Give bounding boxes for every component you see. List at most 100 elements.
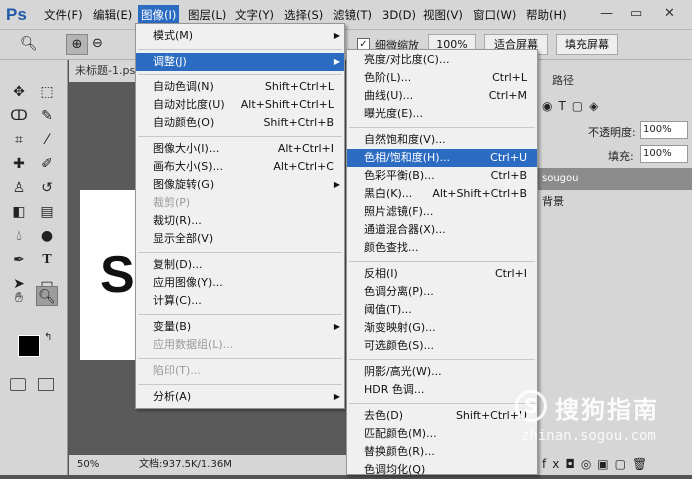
minimize-icon[interactable]: — [600,6,613,21]
image-menu-item[interactable]: 画布大小(S)... Alt+Ctrl+C [136,158,344,176]
adjust-menu-item[interactable]: 替换颜色(R)... [347,443,537,461]
layer-row-sougou[interactable]: sougou [538,168,692,190]
eyedropper-icon[interactable]: ⁄ [36,130,58,150]
image-menu-item[interactable]: 显示全部(V) [136,230,344,248]
image-menu-item[interactable]: 图像旋转(G) ▶ [136,176,344,194]
adjust-menu-item[interactable]: 渐变映射(G)... [347,319,537,337]
menu-separator [138,74,342,75]
type-tool-icon[interactable]: T [36,250,58,270]
adjust-menu-item[interactable]: 曲线(U)... Ctrl+M [347,87,537,105]
menu-select[interactable]: 选择(S) [284,7,323,23]
adjust-menu-item[interactable]: 去色(D) Shift+Ctrl+U [347,407,537,425]
adjust-menu-shortcut: Ctrl+M [488,89,527,102]
menu-layer[interactable]: 图层(L) [188,7,226,23]
close-icon[interactable]: ✕ [664,6,675,21]
dodge-tool-icon[interactable]: ● [36,226,58,246]
adjust-menu-item[interactable]: 黑白(K)... Alt+Shift+Ctrl+B [347,185,537,203]
adjust-menu-item[interactable]: 亮度/对比度(C)... [347,51,537,69]
menu-view[interactable]: 视图(V) [423,7,463,23]
adjust-menu-item[interactable]: 色调均化(Q) [347,461,537,479]
zoom-level[interactable]: 50% [77,455,99,475]
menu-filter[interactable]: 滤镜(T) [333,7,372,23]
image-menu-item[interactable]: 图像大小(I)... Alt+Ctrl+I [136,140,344,158]
gradient-tool-icon[interactable]: ▤ [36,202,58,222]
crop-tool-icon[interactable]: ⌗ [8,130,30,150]
adjust-menu-item[interactable]: 色彩平衡(B)... Ctrl+B [347,167,537,185]
menu-separator [138,384,342,385]
maximize-icon[interactable]: ▭ [630,6,642,21]
fill-screen-button[interactable]: 填充屏幕 [556,34,618,55]
history-brush-icon[interactable]: ↺ [36,178,58,198]
adjust-menu-item[interactable]: 匹配颜色(M)... [347,425,537,443]
opacity-input[interactable]: 100% [640,121,688,139]
adjust-menu-item[interactable]: 色阶(L)... Ctrl+L [347,69,537,87]
adjust-menu-item[interactable]: 曝光度(E)... [347,105,537,123]
image-menu-item[interactable]: 应用图像(Y)... [136,274,344,292]
menu-image[interactable]: 图像(I) [138,5,180,25]
layer-row-background[interactable]: 背景 [542,193,564,209]
menu-file[interactable]: 文件(F) [44,7,83,23]
layers-bottom-icons[interactable]: fx◘◎▣▢🗑︎ [538,453,692,475]
adjust-menu-item[interactable]: 照片滤镜(F)... [347,203,537,221]
menu-type[interactable]: 文字(Y) [235,7,274,23]
adjust-menu-item-label: 替换颜色(R)... [364,445,435,458]
image-menu-shortcut: Alt+Shift+Ctrl+L [240,98,334,111]
image-menu-item[interactable]: 自动颜色(O) Shift+Ctrl+B [136,114,344,132]
image-menu-item[interactable]: 变量(B) ▶ [136,318,344,336]
quick-select-icon[interactable]: ✎ [36,106,58,126]
zoom-out-icon[interactable]: ⊖ [92,36,103,51]
adjust-menu-item[interactable]: 自然饱和度(V)... [347,131,537,149]
adjust-menu-item[interactable]: HDR 色调... [347,381,537,399]
swap-colors-icon[interactable]: ↰ [44,332,52,343]
document-canvas[interactable]: S [80,190,140,360]
menu-separator [138,136,342,137]
marquee-tool-icon[interactable]: ⬚ [36,82,58,102]
image-menu-item[interactable]: 复制(D)... [136,256,344,274]
eraser-tool-icon[interactable]: ◧ [8,202,30,222]
adjust-menu-item[interactable]: 阴影/高光(W)... [347,363,537,381]
stamp-tool-icon[interactable]: ♙ [8,178,30,198]
screen-mode-icon[interactable] [38,378,54,391]
image-menu-item-label: 裁剪(P) [153,196,191,209]
menu-window[interactable]: 窗口(W) [473,7,516,23]
healing-brush-icon[interactable]: ✚ [8,154,30,174]
menu-edit[interactable]: 编辑(E) [93,7,132,23]
zoom-tool-selected-icon[interactable]: 🔍︎ [36,286,58,306]
brush-tool-icon[interactable]: ✐ [36,154,58,174]
move-tool-icon[interactable]: ✥ [8,82,30,102]
adjust-menu-item[interactable]: 可选颜色(S)... [347,337,537,355]
adjust-menu-item-label: 黑白(K)... [364,187,413,200]
layer-filter-icons[interactable]: ◉T▢◈ [542,96,692,116]
zoom-in-icon[interactable]: ⊕ [66,34,88,55]
image-menu-item[interactable]: 调整(J) ▶ [136,53,344,71]
pen-tool-icon[interactable]: ✒ [8,250,30,270]
adjust-menu-item[interactable]: 反相(I) Ctrl+I [347,265,537,283]
menu-help[interactable]: 帮助(H) [526,7,567,23]
blur-tool-icon[interactable]: 💧︎ [8,226,30,246]
lasso-tool-icon[interactable]: ↀ [8,106,30,126]
image-menu-item-label: 裁切(R)... [153,214,202,227]
image-menu-item[interactable]: 计算(C)... [136,292,344,310]
adjust-menu-item-label: 色阶(L)... [364,71,412,84]
adjust-menu-item[interactable]: 色调分离(P)... [347,283,537,301]
quick-mask-icon[interactable] [10,378,26,391]
image-menu-item[interactable]: 自动对比度(U) Alt+Shift+Ctrl+L [136,96,344,114]
fill-input[interactable]: 100% [640,145,688,163]
menu-3d[interactable]: 3D(D) [382,7,416,23]
tab-paths[interactable]: 路径 [552,72,574,88]
image-menu-item: 应用数据组(L)... [136,336,344,354]
image-menu-item[interactable]: 模式(M) ▶ [136,27,344,45]
zoom-tool-icon[interactable]: 🔍︎ [20,36,38,52]
adjust-menu-item[interactable]: 色相/饱和度(H)... Ctrl+U [347,149,537,167]
adjustments-submenu: 亮度/对比度(C)... 色阶(L)... Ctrl+L 曲线(U)... Ctrl+M… [346,49,538,476]
foreground-color-swatch[interactable] [18,335,40,357]
adjust-menu-item[interactable]: 通道混合器(X)... [347,221,537,239]
image-menu-item[interactable]: 裁切(R)... [136,212,344,230]
image-menu-item[interactable]: 分析(A) ▶ [136,388,344,406]
adjust-menu-item-label: 去色(D) [364,409,404,422]
adjust-menu-item[interactable]: 阈值(T)... [347,301,537,319]
adjust-menu-item-label: 自然饱和度(V)... [364,133,446,146]
adjust-menu-item[interactable]: 颜色查找... [347,239,537,257]
image-menu-item[interactable]: 自动色调(N) Shift+Ctrl+L [136,78,344,96]
hand-tool-icon-glyph[interactable]: ✋︎ [8,288,30,308]
